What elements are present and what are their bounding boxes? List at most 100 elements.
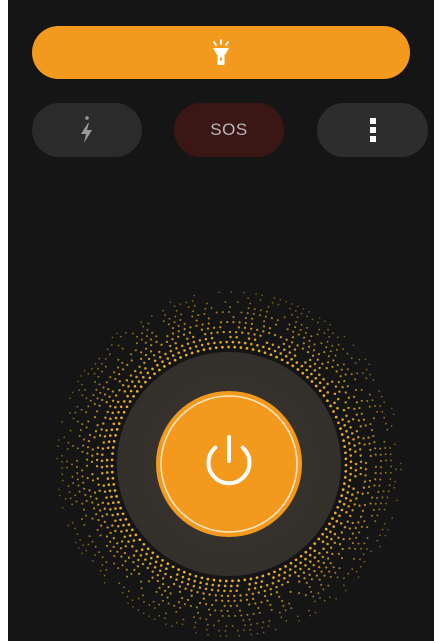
glow-dot xyxy=(101,453,104,457)
glow-dot xyxy=(348,537,351,540)
glow-dot xyxy=(97,483,100,486)
glow-dot xyxy=(161,558,164,562)
glow-dot xyxy=(189,326,192,329)
glow-dot xyxy=(76,447,79,450)
glow-dot xyxy=(111,446,115,449)
glow-dot xyxy=(99,391,102,394)
glow-dot xyxy=(177,324,180,327)
glow-dot xyxy=(83,523,86,526)
glow-dot xyxy=(147,322,150,325)
glow-dot xyxy=(95,410,99,413)
glow-dot xyxy=(314,611,317,614)
glow-dot xyxy=(186,342,190,346)
power-button[interactable] xyxy=(156,391,302,537)
glow-dot xyxy=(103,393,107,396)
glow-dot xyxy=(353,503,356,506)
glow-dot xyxy=(346,520,349,523)
glow-dot xyxy=(342,577,345,580)
glow-dot xyxy=(332,566,335,569)
glow-dot xyxy=(354,378,357,381)
glow-dot xyxy=(346,368,349,371)
glow-dot xyxy=(244,624,246,627)
glow-dot xyxy=(104,365,107,368)
glow-dot xyxy=(193,616,196,619)
glow-dot xyxy=(93,436,96,439)
glow-dot xyxy=(153,607,156,609)
glow-dot xyxy=(194,345,198,348)
glow-dot xyxy=(218,291,220,294)
glow-dot xyxy=(308,365,312,368)
glow-dot xyxy=(147,580,151,583)
glow-dot xyxy=(347,485,351,488)
glow-dot xyxy=(127,385,130,388)
glow-dot xyxy=(259,585,263,589)
glow-dot xyxy=(214,594,218,597)
glow-dot xyxy=(384,422,387,425)
glow-dot xyxy=(383,508,386,511)
glow-dot xyxy=(179,606,182,609)
glow-dot xyxy=(235,589,238,593)
glow-dot xyxy=(205,618,208,621)
glow-dot xyxy=(91,479,95,482)
glow-dot xyxy=(351,418,355,421)
glow-dot xyxy=(274,323,278,326)
glow-dot xyxy=(87,405,90,408)
glow-dot xyxy=(329,530,332,534)
glow-dot xyxy=(207,317,210,320)
glow-dot xyxy=(155,340,158,344)
glow-dot xyxy=(344,497,348,500)
glow-dot xyxy=(280,616,283,619)
glow-dot xyxy=(224,579,228,583)
glow-dot xyxy=(318,366,321,370)
glow-dot xyxy=(189,604,192,608)
glow-dot xyxy=(355,413,358,416)
glow-dot xyxy=(247,307,250,310)
glow-dot xyxy=(57,445,59,447)
glow-dot xyxy=(293,354,297,357)
glow-dot xyxy=(234,614,237,617)
glow-dot xyxy=(355,429,359,433)
glow-dot xyxy=(242,619,245,622)
glow-dot xyxy=(379,478,382,481)
glow-dot xyxy=(325,366,328,370)
glow-dot xyxy=(195,319,198,322)
glow-dot xyxy=(358,448,362,451)
glow-dot xyxy=(208,593,211,596)
glow-dot xyxy=(97,503,100,506)
glow-dot xyxy=(64,498,67,500)
glow-dot xyxy=(204,307,207,310)
glow-dot xyxy=(332,410,335,413)
glow-dot xyxy=(329,350,332,353)
glow-dot xyxy=(353,444,356,447)
glow-dot xyxy=(97,518,100,522)
glow-dot xyxy=(349,460,353,464)
glow-dot xyxy=(223,604,226,608)
glow-dot xyxy=(383,440,386,443)
glow-dot xyxy=(126,394,129,398)
glow-dot xyxy=(179,303,182,306)
glow-dot xyxy=(208,347,212,350)
glow-dot xyxy=(210,588,214,592)
glow-dot xyxy=(101,447,105,450)
glow-dot xyxy=(348,478,352,482)
glow-dot xyxy=(198,339,202,342)
glow-dot xyxy=(179,356,182,359)
glow-dot xyxy=(306,350,310,354)
glow-dot xyxy=(98,509,102,512)
glow-dot xyxy=(364,474,367,477)
glow-dot xyxy=(163,365,166,368)
glow-dot xyxy=(61,467,63,469)
glow-dot xyxy=(183,603,186,606)
glow-dot xyxy=(292,330,295,333)
glow-dot xyxy=(313,542,317,545)
glow-dot xyxy=(139,371,143,374)
glow-dot xyxy=(300,364,304,368)
glow-dot xyxy=(344,469,348,473)
glow-dot xyxy=(359,472,362,476)
glow-dot xyxy=(101,564,104,566)
glow-dot xyxy=(216,331,219,334)
glow-dot xyxy=(194,621,197,624)
glow-dot xyxy=(95,497,98,500)
glow-dot xyxy=(283,571,287,574)
glow-dot xyxy=(71,463,73,466)
